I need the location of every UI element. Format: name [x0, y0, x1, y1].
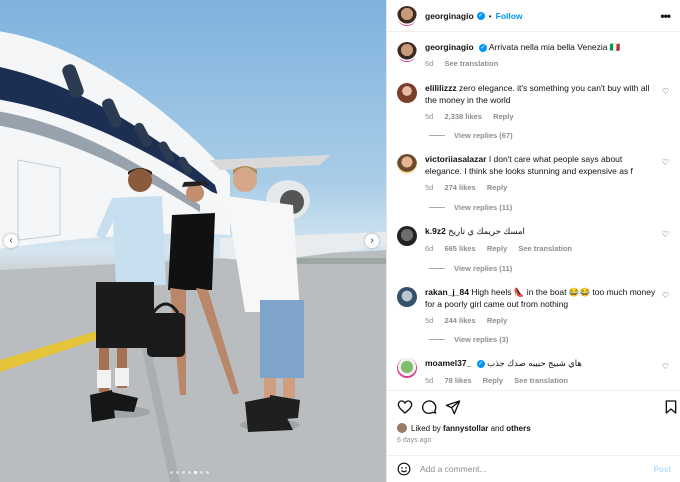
comment-likes[interactable]: 78 likes [444, 376, 471, 385]
avatar[interactable] [397, 154, 417, 174]
post-header: georginagio ✓ • Follow ••• [387, 0, 680, 32]
verified-icon: ✓ [476, 359, 485, 368]
view-replies-button[interactable]: View replies (3) [429, 335, 508, 344]
comment-age: 6d [425, 243, 434, 253]
replies-divider [429, 268, 445, 269]
avatar[interactable] [397, 226, 417, 246]
reply-button[interactable]: Reply [487, 316, 507, 325]
liked-by-prefix: Liked by [411, 423, 441, 433]
view-replies-button[interactable]: View replies (67) [429, 131, 513, 140]
comment-username[interactable]: k.9z2 [425, 226, 446, 236]
post-actions-bar: Liked by fannystollar and others 6 days … [387, 390, 680, 450]
avatar[interactable] [397, 423, 407, 433]
view-replies-label: View replies (11) [454, 264, 513, 273]
carousel-dot [188, 471, 191, 474]
more-options-icon[interactable]: ••• [660, 9, 671, 23]
view-replies-label: View replies (3) [454, 335, 509, 344]
avatar[interactable] [397, 287, 417, 307]
verified-icon: ✓ [479, 43, 488, 52]
carousel-dot [206, 471, 209, 474]
share-icon[interactable] [445, 399, 461, 415]
heart-icon[interactable]: ♡ [662, 230, 669, 239]
reply-button[interactable]: Reply [487, 244, 507, 253]
comments-list: georginagio ✓ Arrivata nella mia bella V… [387, 33, 680, 389]
post-author-username[interactable]: georginagio [425, 11, 474, 21]
avatar[interactable] [397, 358, 417, 378]
add-comment-bar: Add a comment... Post [387, 455, 680, 482]
separator-dot: • [488, 10, 492, 21]
comment-likes[interactable]: 665 likes [444, 244, 475, 253]
view-replies-label: View replies (11) [454, 203, 513, 212]
reply-button[interactable]: Reply [493, 112, 513, 121]
reply-button[interactable]: Reply [483, 376, 503, 385]
post-comment-button[interactable]: Post [654, 465, 671, 474]
airplane-scene-illustration [0, 31, 386, 482]
comment-username[interactable]: moamel37_ [425, 358, 471, 368]
comment-likes[interactable]: 2,338 likes [444, 112, 482, 121]
view-replies-button[interactable]: View replies (11) [429, 264, 512, 273]
caption-text: Arrivata nella mia bella Venezia 🇮🇹 [488, 42, 621, 52]
avatar[interactable] [397, 83, 417, 103]
view-replies-label: View replies (67) [454, 131, 513, 140]
follow-button[interactable]: Follow [496, 11, 523, 21]
liker-username[interactable]: fannystollar [443, 424, 488, 433]
post-side-panel: georginagio ✓ • Follow ••• georginagio ✓… [386, 0, 680, 482]
liked-by-and: and [490, 423, 504, 433]
comment-likes[interactable]: 274 likes [444, 183, 475, 192]
comment-age: 5d [425, 316, 434, 325]
heart-icon[interactable]: ♡ [662, 291, 669, 300]
see-translation-link[interactable]: See translation [444, 59, 498, 68]
carousel-dot [176, 471, 179, 474]
view-replies-button[interactable]: View replies (11) [429, 203, 512, 212]
others-link[interactable]: others [506, 424, 530, 433]
replies-divider [429, 339, 445, 340]
comment-likes[interactable]: 244 likes [444, 316, 475, 325]
carousel-dot-active [194, 471, 197, 474]
post-timestamp: 6 days ago [397, 437, 432, 444]
see-translation-link[interactable]: See translation [514, 376, 568, 385]
verified-icon: ✓ [476, 11, 485, 20]
avatar[interactable] [397, 5, 417, 26]
emoji-icon[interactable] [397, 462, 411, 476]
comment-username[interactable]: elililizzz [425, 83, 457, 93]
comment-username[interactable]: rakan_j_84 [425, 287, 469, 297]
chevron-left-icon[interactable]: ‹ [4, 234, 18, 248]
reply-button[interactable]: Reply [487, 183, 507, 192]
carousel-dot [200, 471, 203, 474]
heart-icon[interactable]: ♡ [662, 87, 669, 96]
caption-age: 6d [425, 58, 434, 68]
carousel-indicator [170, 471, 209, 474]
post-photo[interactable]: ‹ › [0, 0, 386, 482]
heart-icon[interactable]: ♡ [662, 158, 669, 167]
comment-text: zero elegance. it's something you can't … [425, 83, 650, 105]
comment-text: هاي شبيج حبيبه صدك جذب [487, 358, 582, 368]
comment-age: 5d [425, 112, 434, 121]
carousel-dot [182, 471, 185, 474]
comment-text: امسك حريمك ي تاريخ [448, 226, 525, 236]
comment-icon[interactable] [421, 399, 437, 415]
chevron-right-icon[interactable]: › [365, 234, 379, 248]
comment-age: 5d [425, 375, 434, 385]
see-translation-link[interactable]: See translation [518, 244, 572, 253]
liked-by-summary: Liked by fannystollar and others [397, 423, 531, 433]
comment-age: 5d [425, 183, 434, 192]
heart-icon[interactable]: ♡ [662, 362, 669, 371]
heart-icon[interactable] [397, 399, 413, 415]
bookmark-icon[interactable] [663, 399, 679, 415]
avatar[interactable] [397, 42, 417, 62]
carousel-dot [170, 471, 173, 474]
replies-divider [429, 135, 445, 136]
replies-divider [429, 207, 445, 208]
comment-username[interactable]: victoriiasalazar [425, 154, 486, 164]
caption-username[interactable]: georginagio [425, 42, 474, 52]
comment-input[interactable]: Add a comment... [420, 464, 487, 474]
